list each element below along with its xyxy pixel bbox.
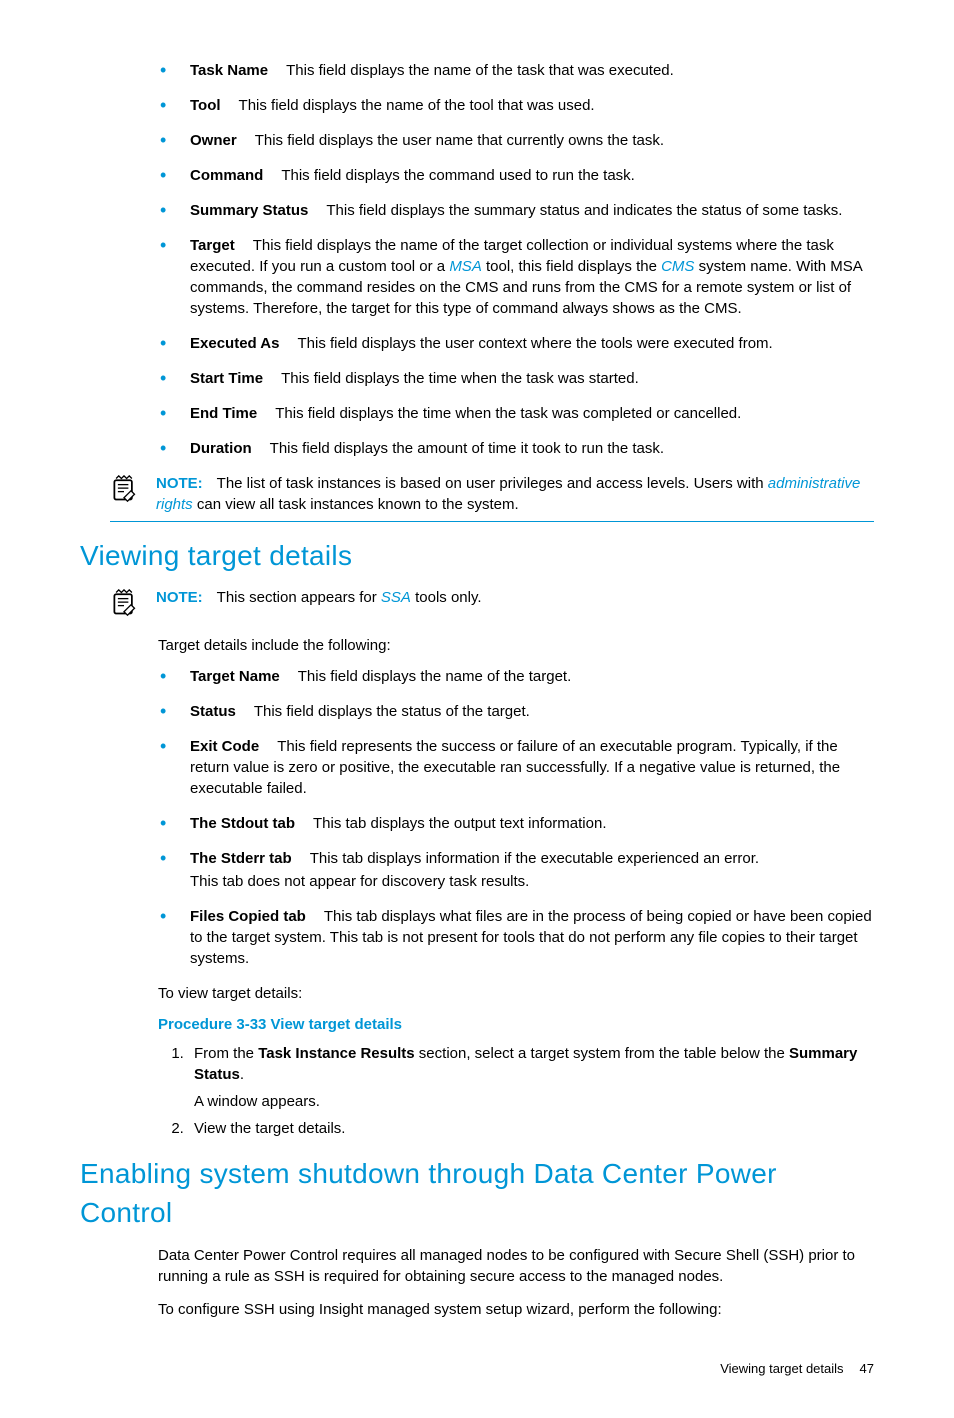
field-text: This field displays the time when the ta…: [275, 405, 741, 422]
page-footer: Viewing target details 47: [80, 1360, 874, 1378]
field-label: Executed As: [190, 335, 279, 352]
field-label: Status: [190, 703, 236, 720]
text: The list of task instances is based on u…: [217, 475, 768, 492]
text: section, select a target system from the…: [415, 1045, 789, 1062]
note-privileges: NOTE: The list of task instances is based…: [110, 473, 874, 522]
bold-text: Task Instance Results: [258, 1045, 414, 1062]
field-label: Duration: [190, 440, 252, 457]
field-label: Start Time: [190, 370, 263, 387]
text: tools only.: [411, 589, 482, 606]
field-label: Task Name: [190, 62, 268, 79]
task-fields-list: Task Name This field displays the name of…: [80, 60, 874, 459]
field-label: Command: [190, 167, 263, 184]
heading-enabling-shutdown: Enabling system shutdown through Data Ce…: [80, 1154, 874, 1232]
list-item: Executed As This field displays the user …: [160, 333, 874, 354]
field-text: This field displays the name of the task…: [286, 62, 674, 79]
field-label: Target Name: [190, 668, 280, 685]
field-text: This tab displays information if the exe…: [310, 850, 759, 867]
field-text: This field displays the user context whe…: [297, 335, 772, 352]
sub-text: This tab does not appear for discovery t…: [190, 871, 874, 892]
list-item: Target Name This field displays the name …: [160, 666, 874, 687]
note-text: NOTE: The list of task instances is based…: [156, 473, 874, 515]
note-label: NOTE:: [156, 589, 203, 606]
list-item: Start Time This field displays the time w…: [160, 368, 874, 389]
list-item: Tool This field displays the name of the …: [160, 95, 874, 116]
field-label: End Time: [190, 405, 257, 422]
field-label: Summary Status: [190, 202, 308, 219]
field-label: The Stderr tab: [190, 850, 292, 867]
field-label: Tool: [190, 97, 221, 114]
field-label: Exit Code: [190, 738, 259, 755]
list-item: Exit CodeThis field represents the succe…: [160, 736, 874, 799]
field-label: Files Copied tab: [190, 908, 306, 925]
ssa-link[interactable]: SSA: [381, 589, 411, 606]
procedure-title: Procedure 3-33 View target details: [158, 1014, 874, 1035]
para-dcpc-2: To configure SSH using Insight managed s…: [158, 1299, 874, 1320]
field-text: This field displays the time when the ta…: [281, 370, 639, 387]
field-text: This field displays the summary status a…: [326, 202, 842, 219]
list-item-files: Files Copied tabThis tab displays what f…: [160, 906, 874, 969]
page-number: 47: [860, 1361, 874, 1376]
para-dcpc-1: Data Center Power Control requires all m…: [158, 1245, 874, 1287]
note-icon: [110, 589, 138, 617]
step-1: From the Task Instance Results section, …: [188, 1043, 874, 1112]
para-to-view: To view target details:: [158, 983, 874, 1004]
field-text: This field represents the success or fai…: [190, 738, 840, 797]
list-item: Command This field displays the command u…: [160, 165, 874, 186]
field-label: Target: [190, 237, 235, 254]
text: .: [240, 1066, 244, 1083]
step-2: View the target details.: [188, 1118, 874, 1139]
list-item: Owner This field displays the user name t…: [160, 130, 874, 151]
list-item: End Time This field displays the time whe…: [160, 403, 874, 424]
list-item-stderr: The Stderr tab This tab displays informat…: [160, 848, 874, 892]
msa-link[interactable]: MSA: [449, 258, 482, 275]
note-text: NOTE: This section appears for SSA tools …: [156, 587, 874, 608]
list-item: Status This field displays the status of …: [160, 701, 874, 722]
field-text: This tab displays the output text inform…: [313, 815, 607, 832]
list-item: Task Name This field displays the name of…: [160, 60, 874, 81]
intro-target-details: Target details include the following:: [158, 635, 874, 656]
cms-link[interactable]: CMS: [661, 258, 694, 275]
text: can view all task instances known to the…: [193, 496, 519, 513]
field-label: The Stdout tab: [190, 815, 295, 832]
text: From the: [194, 1045, 258, 1062]
list-item-target: TargetThis field displays the name of th…: [160, 235, 874, 319]
field-text: This field displays the user name that c…: [255, 132, 664, 149]
list-item: Duration This field displays the amount o…: [160, 438, 874, 459]
step-sub: A window appears.: [194, 1091, 874, 1112]
field-text: This field displays the command used to …: [281, 167, 635, 184]
note-ssa: NOTE: This section appears for SSA tools …: [110, 587, 874, 623]
field-text: This field displays the amount of time i…: [270, 440, 664, 457]
field-text: This field displays the name of the targ…: [298, 668, 571, 685]
note-label: NOTE:: [156, 475, 203, 492]
field-label: Owner: [190, 132, 237, 149]
list-item: Summary Status This field displays the su…: [160, 200, 874, 221]
text: tool, this field displays the: [482, 258, 661, 275]
field-text: This field displays the name of the tool…: [239, 97, 595, 114]
field-text: This field displays the status of the ta…: [254, 703, 530, 720]
heading-viewing-target-details: Viewing target details: [80, 536, 874, 575]
footer-text: Viewing target details: [720, 1361, 843, 1376]
note-icon: [110, 475, 138, 503]
procedure-steps: From the Task Instance Results section, …: [158, 1043, 874, 1139]
text: This section appears for: [217, 589, 381, 606]
list-item: The Stdout tab This tab displays the outp…: [160, 813, 874, 834]
target-details-list: Target Name This field displays the name …: [80, 666, 874, 969]
